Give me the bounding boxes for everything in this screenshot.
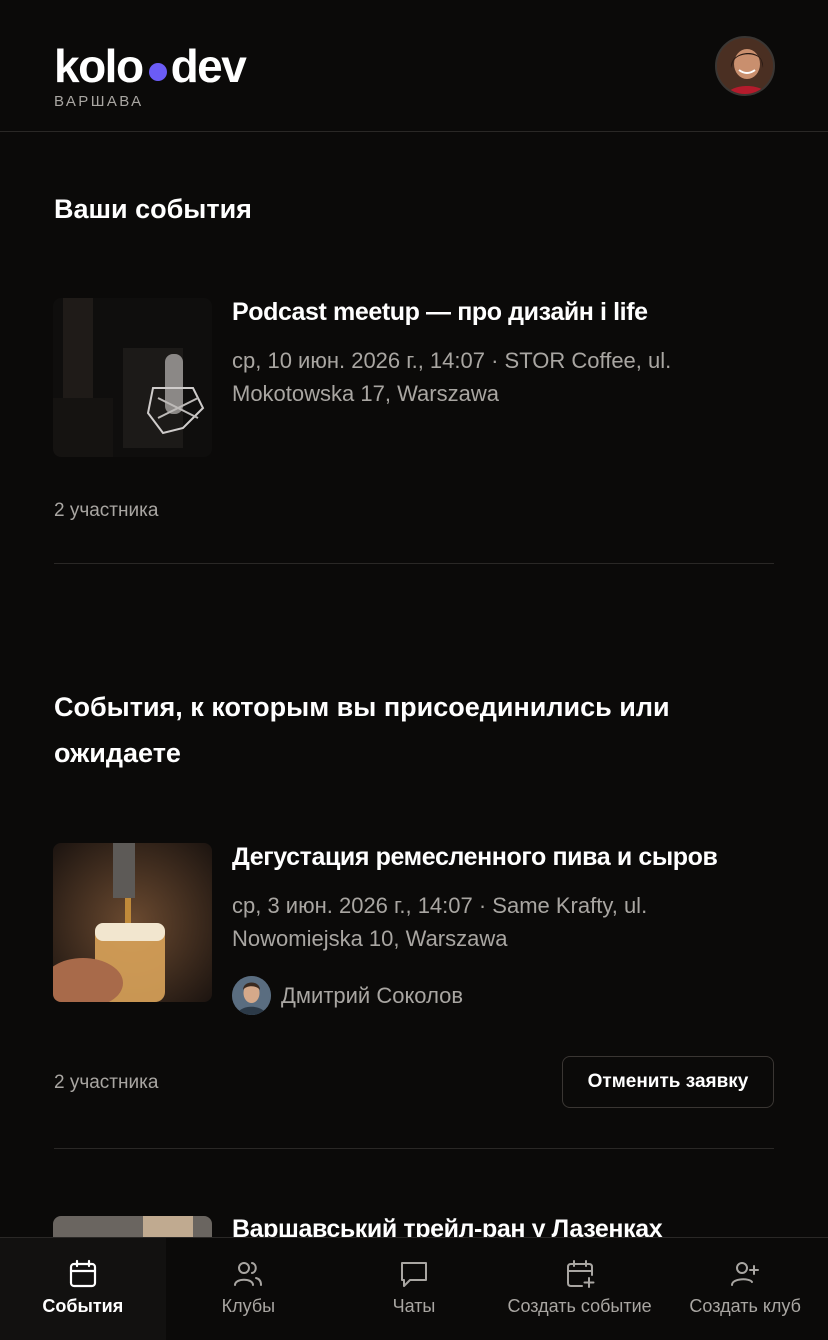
nav-label: Клубы [221, 1296, 276, 1316]
nav-create-club[interactable]: Создать клуб [662, 1238, 828, 1340]
logo-text-dev: dev [170, 40, 247, 92]
logo-dot [148, 63, 167, 81]
nav-label: Чаты [392, 1296, 436, 1316]
participants-count: 2 участника [54, 500, 159, 521]
divider [54, 1148, 774, 1149]
nav-clubs[interactable]: Клубы [166, 1238, 332, 1340]
nav-label: События [42, 1296, 124, 1316]
participants-count: 2 участника [54, 1072, 159, 1093]
section-title-joined-events: События, к которым вы присоединились или… [54, 692, 670, 768]
users-icon [234, 1262, 263, 1286]
divider [54, 563, 774, 564]
event-image-beer[interactable] [53, 843, 212, 1002]
event-title[interactable]: Дегустация ремесленного пива и сыров [232, 841, 792, 873]
bottom-nav: События Клубы Чаты Создать событие Созда… [0, 1237, 828, 1340]
chat-icon [400, 1262, 427, 1287]
event-organizer[interactable]: Дмитрий Соколов [232, 976, 463, 1015]
event-title[interactable]: Podcast meetup — про дизайн і life [232, 296, 792, 328]
nav-chats[interactable]: Чаты [331, 1238, 497, 1340]
event-meta: ср, 10 июн. 2026 г., 14:07 · STOR Coffee… [232, 348, 672, 406]
nav-events[interactable]: События [0, 1238, 166, 1340]
event-meta: ср, 3 июн. 2026 г., 14:07 · Same Krafty,… [232, 893, 648, 951]
organizer-avatar [232, 976, 271, 1015]
event-image-podcast[interactable] [53, 298, 212, 457]
calendar-icon [69, 1259, 96, 1288]
profile-avatar[interactable] [715, 36, 775, 96]
user-plus-icon [731, 1262, 760, 1286]
app-logo[interactable]: kolo dev [54, 40, 247, 92]
nav-create-event[interactable]: Создать событие [497, 1238, 663, 1340]
nav-label: Создать событие [507, 1296, 652, 1316]
city-label: ВАРШАВА [54, 93, 144, 110]
cancel-request-button[interactable]: Отменить заявку [562, 1056, 774, 1108]
organizer-name: Дмитрий Соколов [281, 982, 464, 1008]
nav-label: Создать клуб [689, 1296, 801, 1316]
logo-text-kolo: kolo [54, 40, 144, 92]
app-header: kolo dev ВАРШАВА [0, 0, 828, 132]
section-title-your-events: Ваши события [54, 194, 252, 224]
calendar-plus-icon [566, 1260, 595, 1288]
